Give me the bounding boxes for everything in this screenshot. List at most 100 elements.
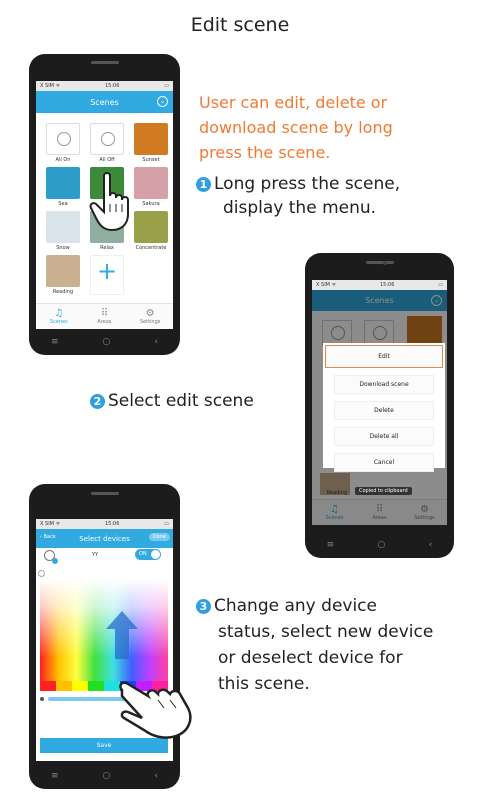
intro-line-3: press the scene. — [199, 143, 331, 162]
bulb-icon — [57, 132, 71, 146]
menu-item-download-scene[interactable]: Download scene — [334, 375, 434, 394]
step-2-line-1: Select edit scene — [108, 391, 254, 411]
nav-keys: ≡ ○ ‹ — [29, 763, 180, 789]
intro-line-1: User can edit, delete or — [199, 93, 388, 112]
intro-line-2: download scene by long — [199, 118, 393, 137]
back-key-icon[interactable]: ‹ — [154, 337, 158, 347]
device-row[interactable]: YY ON — [36, 548, 173, 568]
scene-thumbnail — [46, 255, 80, 287]
home-key-icon[interactable]: ○ — [378, 540, 386, 550]
check-badge-icon — [52, 558, 58, 564]
step-1-badge: 1 — [196, 177, 211, 192]
step-2: 2 Select edit scene — [90, 389, 254, 413]
phone-speaker — [90, 492, 119, 495]
step-3-badge: 3 — [196, 599, 211, 614]
scene-thumbnail — [90, 123, 124, 155]
power-toggle[interactable]: ON — [135, 549, 161, 560]
scene-thumbnail — [46, 123, 80, 155]
back-button[interactable]: ‹ Back — [40, 534, 56, 540]
scene-tile[interactable]: Sea — [46, 167, 80, 208]
status-bar: X SIM ᯤ 15:06 ▭ — [36, 81, 173, 91]
status-bar: X SIM ᯤ 15:06 ▭ — [312, 280, 447, 290]
home-key-icon[interactable]: ○ — [103, 771, 111, 781]
step-2-badge: 2 — [90, 394, 105, 409]
scene-tile[interactable]: All Off — [90, 123, 124, 164]
phone-speaker — [90, 61, 119, 64]
brightness-dot — [40, 697, 44, 701]
swatch-red[interactable] — [40, 681, 56, 691]
tab-scenes[interactable]: ♫ Scenes — [39, 308, 79, 325]
hand-pointer-icon — [119, 681, 192, 739]
step-3-line-3: or deselect device for — [218, 648, 403, 668]
scene-label: Sea — [58, 201, 68, 207]
status-bar: X SIM ᯤ 15:06 ▭ — [36, 519, 173, 529]
scene-tile[interactable]: Reading — [46, 255, 80, 296]
menu-item-delete-all[interactable]: Delete all — [334, 427, 434, 446]
screen-title: Select devices — [79, 534, 130, 543]
battery-icon: ▭ — [164, 521, 169, 527]
music-note-icon: ♫ — [54, 308, 64, 319]
scene-label: Snow — [56, 245, 70, 251]
device-name: YY — [92, 552, 99, 558]
bulb-icon — [101, 132, 115, 146]
menu-item-delete[interactable]: Delete — [334, 401, 434, 420]
swatch-yellow[interactable] — [72, 681, 88, 691]
hand-pointer-icon — [89, 172, 129, 232]
scene-label: Relax — [100, 245, 114, 251]
phone-speaker — [365, 261, 394, 264]
scene-thumbnail — [46, 167, 80, 199]
menu-key-icon[interactable]: ≡ — [51, 771, 59, 781]
chevron-down-icon[interactable]: ⌄ — [157, 96, 168, 107]
back-key-icon[interactable]: ‹ — [429, 540, 433, 550]
status-time: 15:06 — [104, 83, 120, 89]
status-left: X SIM ᯤ — [40, 83, 61, 89]
page-title: Edit scene — [190, 14, 290, 36]
context-menu: Edit Download scene Delete Delete all Cancel — [323, 343, 445, 472]
save-button[interactable]: Save — [40, 738, 168, 753]
swatch-orange[interactable] — [56, 681, 72, 691]
swatch-green[interactable] — [88, 681, 104, 691]
scene-tile[interactable]: Snow — [46, 211, 80, 252]
tab-areas[interactable]: ⠿ Areas — [84, 308, 124, 325]
tab-bar: ♫ Scenes ⠿ Areas ⚙ Settings — [36, 303, 173, 329]
status-left: X SIM ᯤ — [40, 521, 61, 527]
done-button[interactable]: Done — [148, 533, 170, 541]
back-key-icon[interactable]: ‹ — [154, 771, 158, 781]
grid-icon: ⠿ — [100, 308, 109, 319]
scene-tile[interactable]: All On — [46, 123, 80, 164]
drag-arrow-stem — [115, 629, 129, 659]
home-key-icon[interactable]: ○ — [103, 337, 111, 347]
battery-icon: ▭ — [438, 282, 443, 288]
phone-menu: X SIM ᯤ 15:06 ▭ Scenes ⌄ Reading ♫ Scenes… — [305, 253, 454, 558]
step-3-line-1: Change any device — [214, 596, 377, 616]
menu-item-edit[interactable]: Edit — [325, 345, 443, 368]
drag-arrow-icon — [106, 611, 138, 629]
scene-tile[interactable]: Sunset — [134, 123, 168, 164]
step-1-line-2: display the menu. — [223, 198, 377, 218]
phone-camera — [383, 261, 387, 265]
step-1-line-1: Long press the scene, — [214, 174, 401, 194]
step-3-line-2: status, select new device — [218, 622, 434, 642]
gear-icon: ⚙ — [145, 308, 155, 319]
step-3-line-4: this scene. — [218, 674, 310, 694]
app-bar: Scenes ⌄ — [36, 91, 173, 113]
slider-handle[interactable] — [38, 570, 45, 577]
status-left: X SIM ᯤ — [316, 282, 337, 288]
step-3: 3 Change any device status, select new de… — [196, 593, 433, 697]
menu-item-cancel[interactable]: Cancel — [334, 453, 434, 472]
menu-key-icon[interactable]: ≡ — [51, 337, 59, 347]
scene-thumbnail — [46, 211, 80, 243]
phone-select-devices: X SIM ᯤ 15:06 ▭ ‹ Back Select devices Do… — [29, 484, 180, 789]
toast: Copied to clipboard — [355, 487, 412, 495]
scene-thumbnail — [134, 123, 168, 155]
add-scene-button[interactable]: + — [90, 255, 124, 296]
toggle-knob — [151, 550, 160, 559]
intro-note: User can edit, delete or download scene … — [199, 90, 459, 165]
battery-icon: ▭ — [164, 83, 169, 89]
step-1: 1 Long press the scene, display the menu. — [196, 172, 400, 220]
scene-label: Sunset — [142, 157, 160, 163]
scene-label: All On — [55, 157, 71, 163]
nav-keys: ≡ ○ ‹ — [29, 329, 180, 355]
tab-settings[interactable]: ⚙ Settings — [130, 308, 170, 325]
menu-key-icon[interactable]: ≡ — [327, 540, 335, 550]
